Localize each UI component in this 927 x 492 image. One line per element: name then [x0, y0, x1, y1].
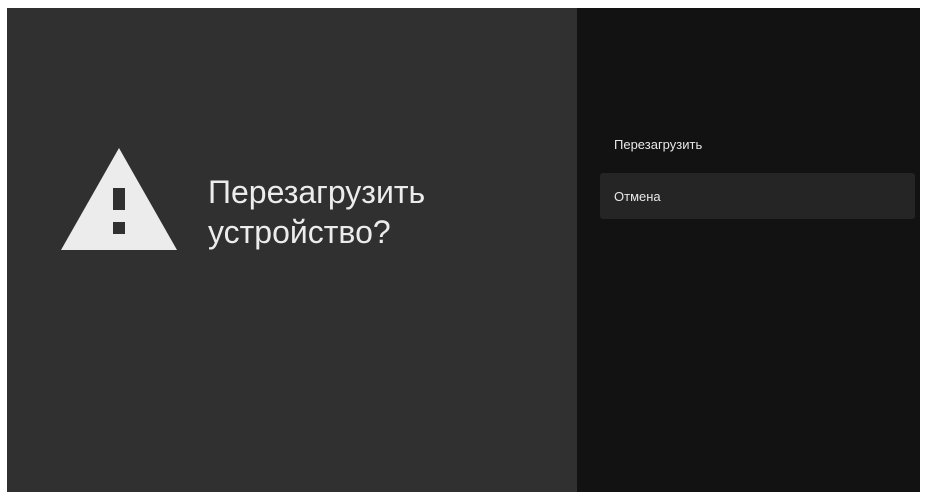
reboot-button-label: Перезагрузить	[614, 136, 703, 152]
reboot-confirmation-screen: Перезагрузить устройство? Перезагрузить …	[7, 8, 920, 492]
dialog-title: Перезагрузить устройство?	[208, 172, 548, 252]
reboot-button[interactable]: Перезагрузить	[600, 121, 915, 167]
actions-pane: Перезагрузить Отмена	[577, 8, 920, 492]
dialog-title-line-1: Перезагрузить	[208, 174, 426, 210]
dialog-guidance-pane: Перезагрузить устройство?	[7, 8, 577, 492]
cancel-button[interactable]: Отмена	[600, 173, 915, 219]
warning-icon	[59, 146, 179, 252]
dialog-title-line-2: устройство?	[208, 214, 391, 250]
cancel-button-label: Отмена	[614, 188, 661, 204]
action-list: Перезагрузить Отмена	[600, 121, 915, 225]
